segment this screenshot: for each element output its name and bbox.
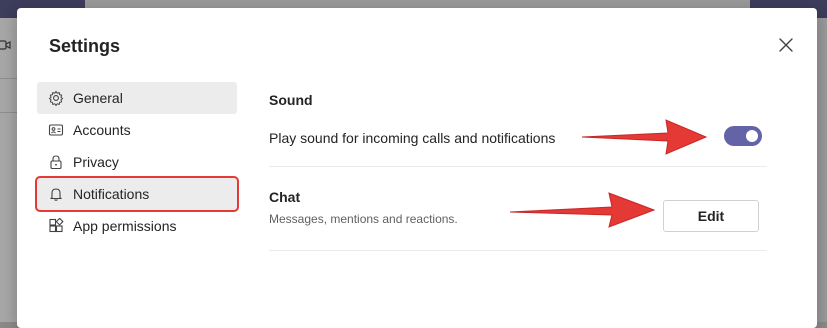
rail-divider: [0, 112, 18, 113]
nav-item-general[interactable]: General: [37, 82, 237, 114]
nav-item-label: General: [73, 90, 123, 106]
lock-icon: [47, 153, 65, 171]
settings-nav: General Accounts Privacy Notifications A…: [35, 82, 239, 242]
nav-item-label: App permissions: [73, 218, 177, 234]
close-icon[interactable]: [777, 36, 795, 54]
toggle-knob: [746, 130, 758, 142]
video-camera-icon: [0, 40, 11, 50]
nav-item-label: Accounts: [73, 122, 131, 138]
nav-item-label: Privacy: [73, 154, 119, 170]
id-card-icon: [47, 121, 65, 139]
nav-item-app-permissions[interactable]: App permissions: [37, 210, 237, 242]
nav-item-label: Notifications: [73, 186, 150, 202]
app-left-rail: [0, 18, 18, 322]
dialog-title: Settings: [49, 36, 121, 56]
rail-divider: [0, 78, 18, 79]
nav-item-notifications[interactable]: Notifications: [35, 176, 239, 212]
chat-section-subtitle: Messages, mentions and reactions.: [269, 212, 458, 226]
chat-section-title: Chat: [269, 189, 301, 205]
nav-item-accounts[interactable]: Accounts: [37, 114, 237, 146]
app-right-edge: [817, 18, 827, 322]
section-divider: [269, 250, 767, 251]
settings-dialog: Settings General Accounts Privacy Notifi…: [17, 8, 817, 328]
chat-edit-button[interactable]: Edit: [663, 200, 759, 232]
section-divider: [269, 166, 767, 167]
app-search-bar: [85, 0, 750, 8]
app-grid-icon: [47, 217, 65, 235]
gear-icon: [47, 89, 65, 107]
bell-icon: [47, 185, 65, 203]
play-sound-toggle[interactable]: [724, 126, 762, 146]
play-sound-label: Play sound for incoming calls and notifi…: [269, 130, 556, 146]
sound-section-title: Sound: [269, 92, 313, 108]
nav-item-privacy[interactable]: Privacy: [37, 146, 237, 178]
